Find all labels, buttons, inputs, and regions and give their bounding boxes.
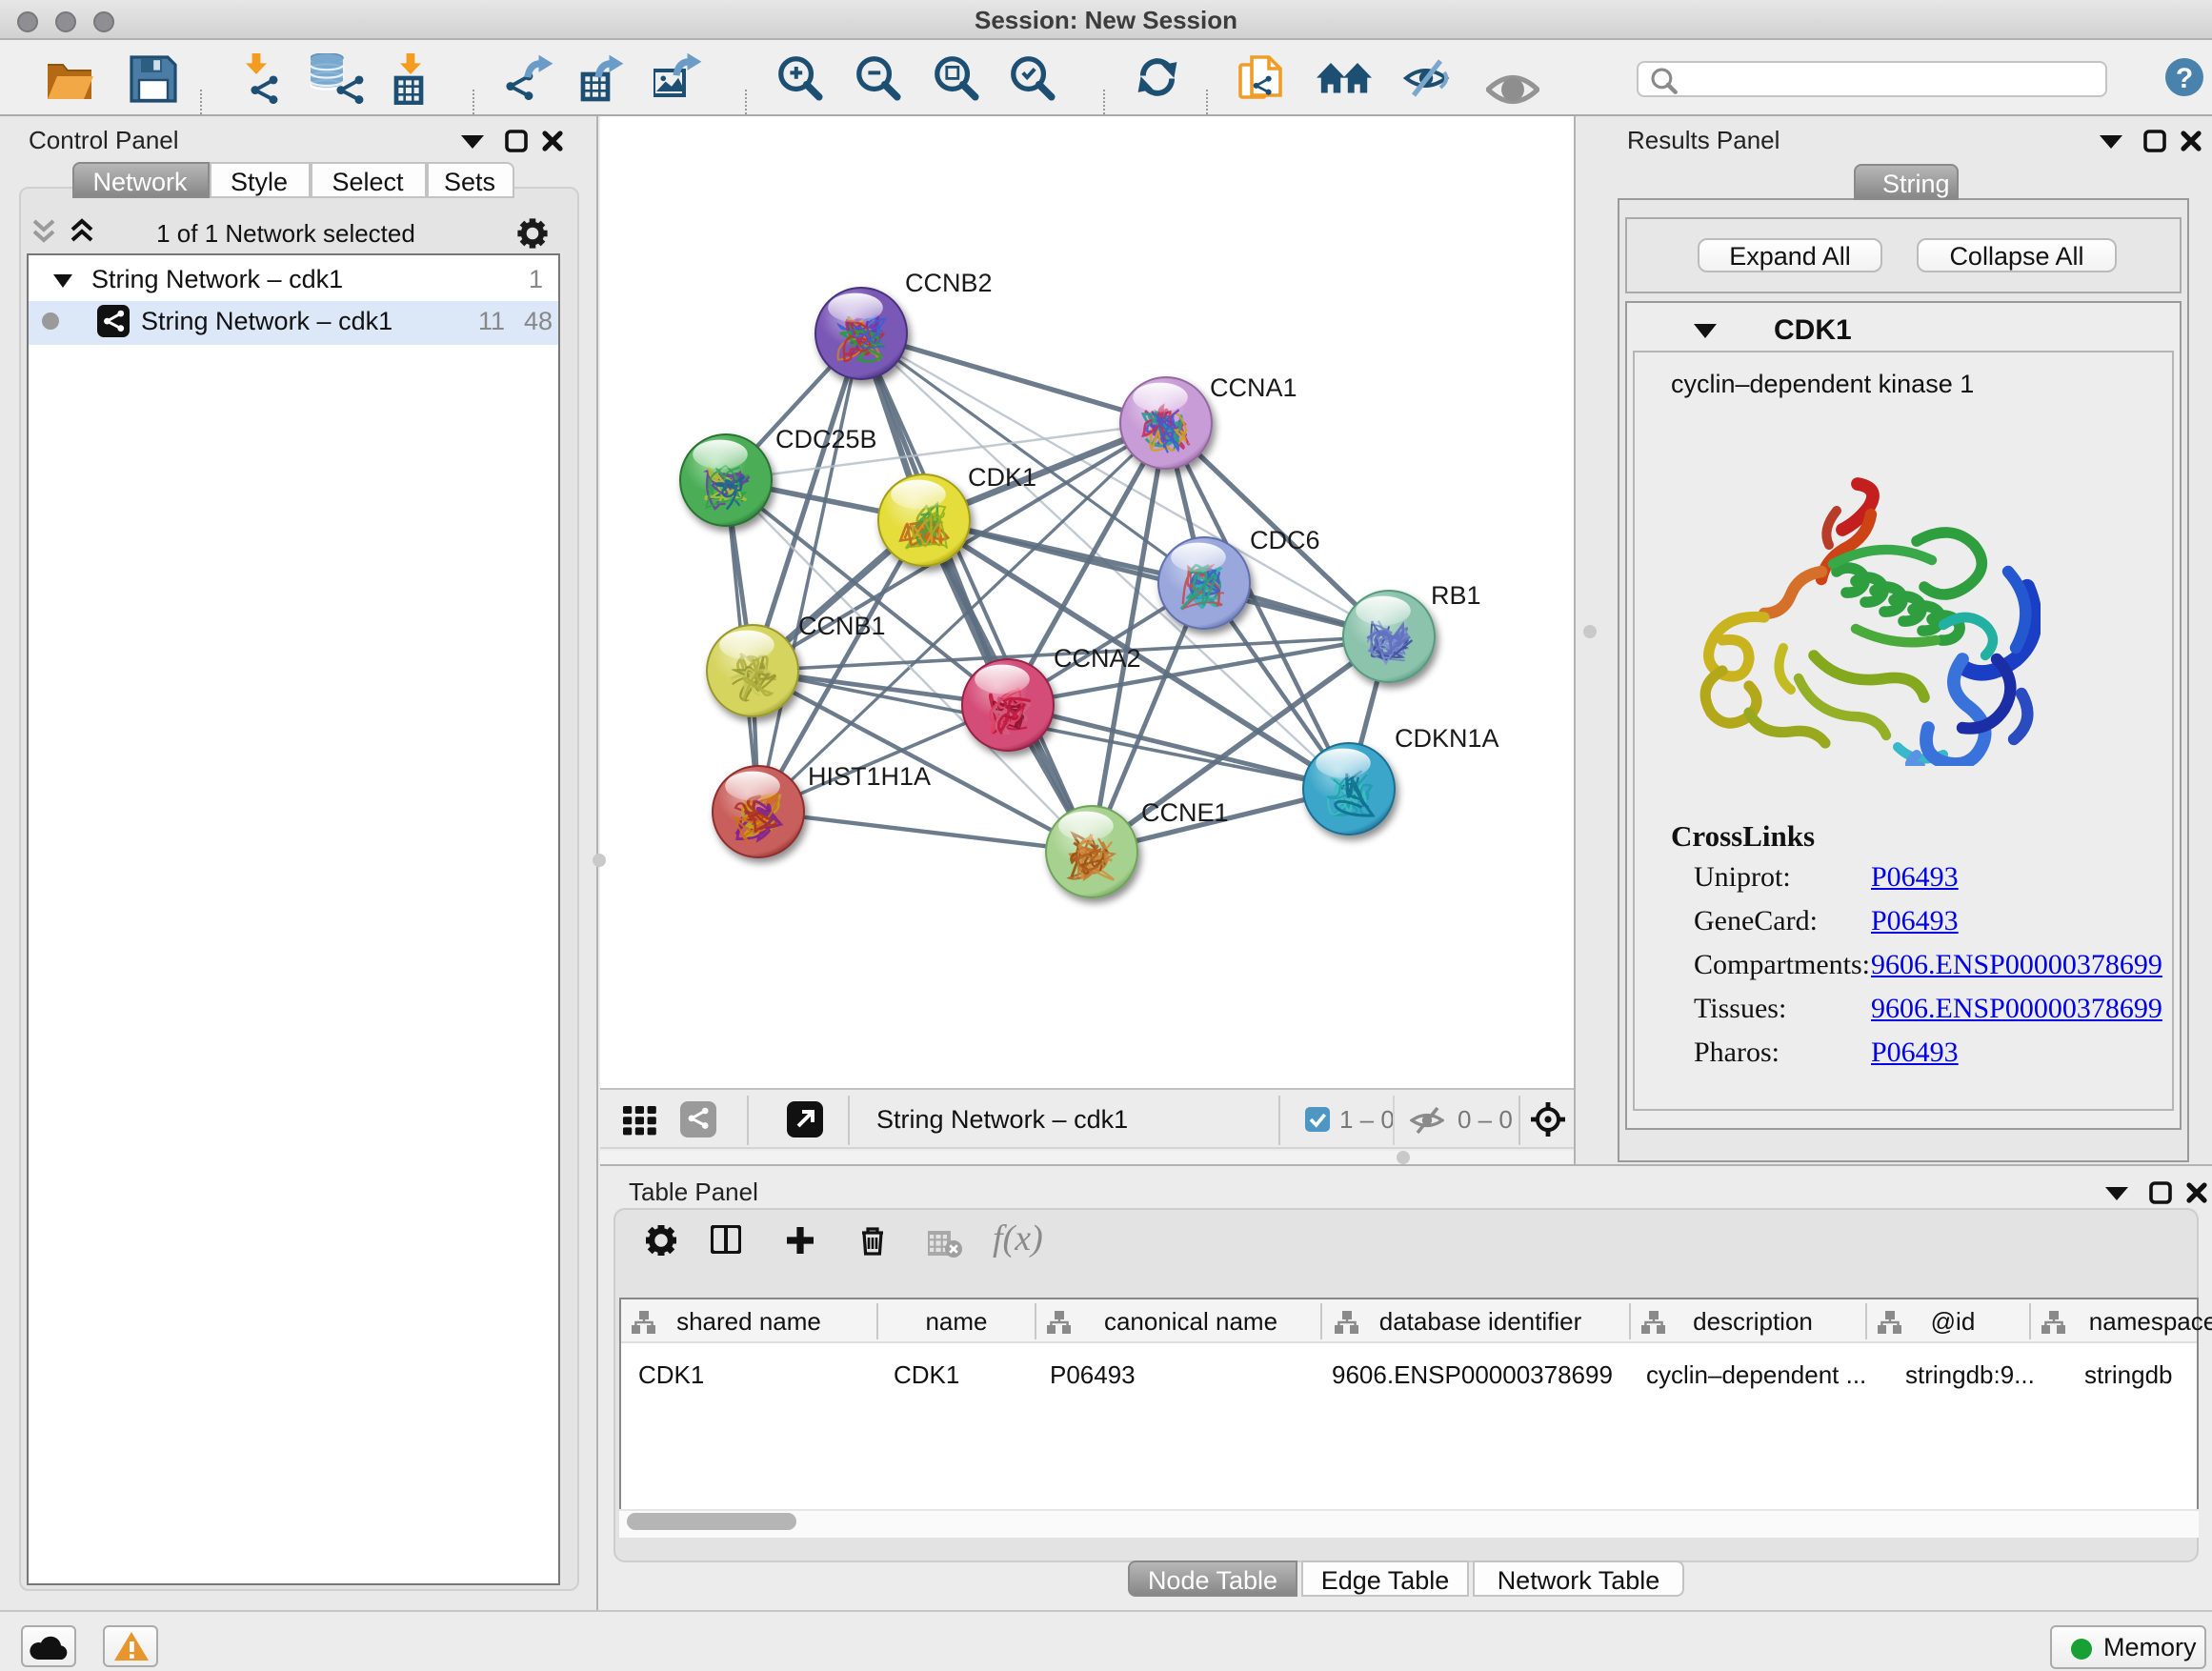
svg-text:HIST1H1A: HIST1H1A [808, 762, 931, 791]
svg-text:CCNA1: CCNA1 [1210, 373, 1297, 402]
svg-text:CDKN1A: CDKN1A [1395, 724, 1499, 753]
svg-text:CCNE1: CCNE1 [1141, 798, 1229, 827]
svg-text:CCNB1: CCNB1 [798, 612, 886, 640]
svg-text:CCNA2: CCNA2 [1054, 644, 1141, 673]
svg-text:CDC6: CDC6 [1250, 526, 1320, 554]
svg-text:RB1: RB1 [1431, 581, 1481, 610]
svg-text:?: ? [2176, 63, 2193, 94]
svg-text:CDC25B: CDC25B [775, 425, 877, 453]
svg-text:CCNB2: CCNB2 [905, 269, 993, 297]
svg-text:CDK1: CDK1 [968, 463, 1036, 492]
